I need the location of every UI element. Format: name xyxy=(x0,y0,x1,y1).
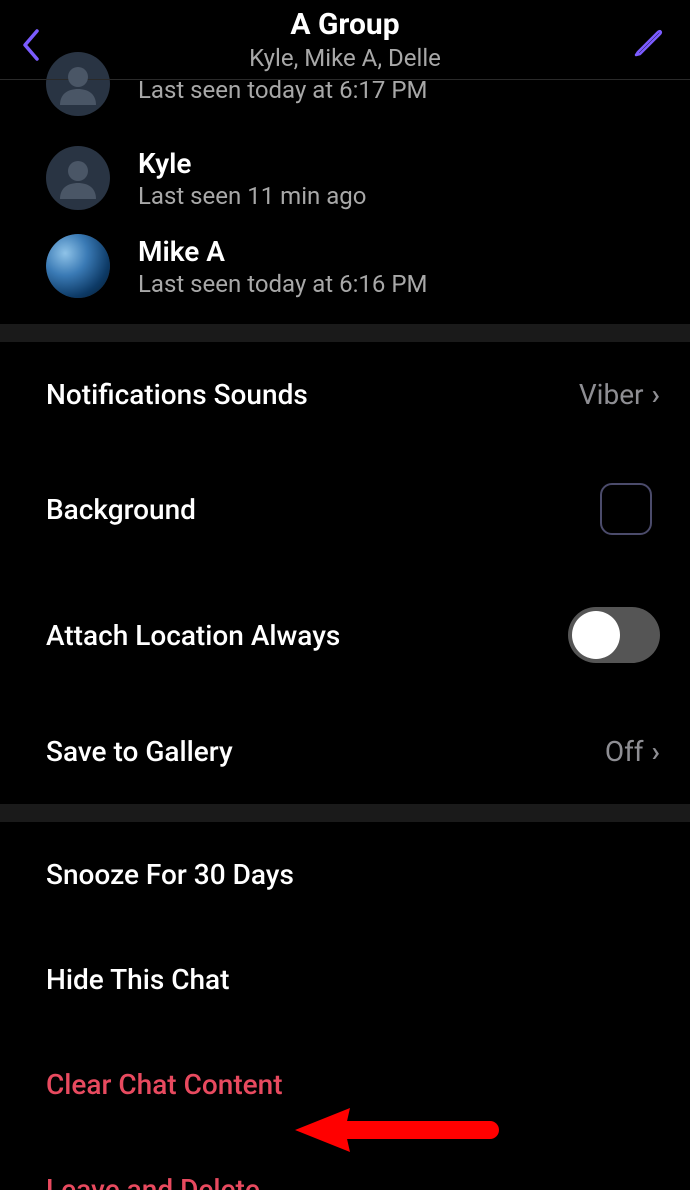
setting-hide-chat[interactable]: Hide This Chat xyxy=(0,927,690,1032)
setting-label: Clear Chat Content xyxy=(46,1068,283,1101)
setting-label: Notifications Sounds xyxy=(46,378,308,411)
person-icon xyxy=(57,63,99,105)
background-swatch[interactable] xyxy=(600,483,652,535)
header-title-wrap: A Group Kyle, Mike A, Delle xyxy=(249,7,441,72)
settings-group-1: Notifications Sounds Viber › Background … xyxy=(0,342,690,804)
setting-value: Off › xyxy=(605,735,660,768)
setting-value xyxy=(568,607,660,663)
person-icon xyxy=(57,157,99,199)
setting-label: Snooze For 30 Days xyxy=(46,858,294,891)
pencil-icon xyxy=(633,23,667,57)
setting-snooze[interactable]: Snooze For 30 Days xyxy=(0,822,690,927)
setting-value: Viber › xyxy=(579,378,660,411)
member-status: Last seen 11 min ago xyxy=(138,182,366,210)
members-list: Last seen today at 6:17 PM Kyle Last see… xyxy=(0,80,690,324)
value-text: Viber xyxy=(579,378,644,411)
group-title: A Group xyxy=(249,7,441,42)
setting-label: Save to Gallery xyxy=(46,735,233,768)
avatar xyxy=(46,146,110,210)
back-button[interactable] xyxy=(15,25,45,65)
setting-label: Attach Location Always xyxy=(46,619,340,652)
setting-label: Background xyxy=(46,493,196,526)
setting-clear-content[interactable]: Clear Chat Content xyxy=(0,1032,690,1137)
member-row[interactable]: Mike A Last seen today at 6:16 PM xyxy=(0,222,690,310)
section-divider xyxy=(0,324,690,342)
group-subtitle: Kyle, Mike A, Delle xyxy=(249,44,441,72)
setting-notifications-sounds[interactable]: Notifications Sounds Viber › xyxy=(0,342,690,447)
earth-avatar-icon xyxy=(46,234,110,298)
edit-button[interactable] xyxy=(630,20,670,60)
setting-save-gallery[interactable]: Save to Gallery Off › xyxy=(0,699,690,804)
value-text: Off xyxy=(605,735,644,768)
chevron-left-icon xyxy=(19,27,41,63)
member-info: Mike A Last seen today at 6:16 PM xyxy=(138,235,427,298)
member-info: Kyle Last seen 11 min ago xyxy=(138,147,366,210)
setting-label: Leave and Delete xyxy=(46,1173,260,1190)
setting-attach-location[interactable]: Attach Location Always xyxy=(0,571,690,699)
toggle-knob xyxy=(572,611,620,659)
settings-group-2: Snooze For 30 Days Hide This Chat Clear … xyxy=(0,822,690,1190)
chevron-right-icon: › xyxy=(652,735,660,768)
header: A Group Kyle, Mike A, Delle xyxy=(0,0,690,80)
setting-label: Hide This Chat xyxy=(46,963,229,996)
member-row[interactable]: Last seen today at 6:17 PM xyxy=(0,80,690,134)
avatar xyxy=(46,234,110,298)
section-divider xyxy=(0,804,690,822)
setting-leave-delete[interactable]: Leave and Delete xyxy=(0,1137,690,1190)
member-status: Last seen today at 6:17 PM xyxy=(138,76,427,104)
setting-value xyxy=(600,483,660,535)
member-name: Kyle xyxy=(138,147,366,180)
toggle-switch[interactable] xyxy=(568,607,660,663)
member-row[interactable]: Kyle Last seen 11 min ago xyxy=(0,134,690,222)
setting-background[interactable]: Background xyxy=(0,447,690,571)
member-name: Mike A xyxy=(138,235,427,268)
member-status: Last seen today at 6:16 PM xyxy=(138,270,427,298)
chevron-right-icon: › xyxy=(652,378,660,411)
